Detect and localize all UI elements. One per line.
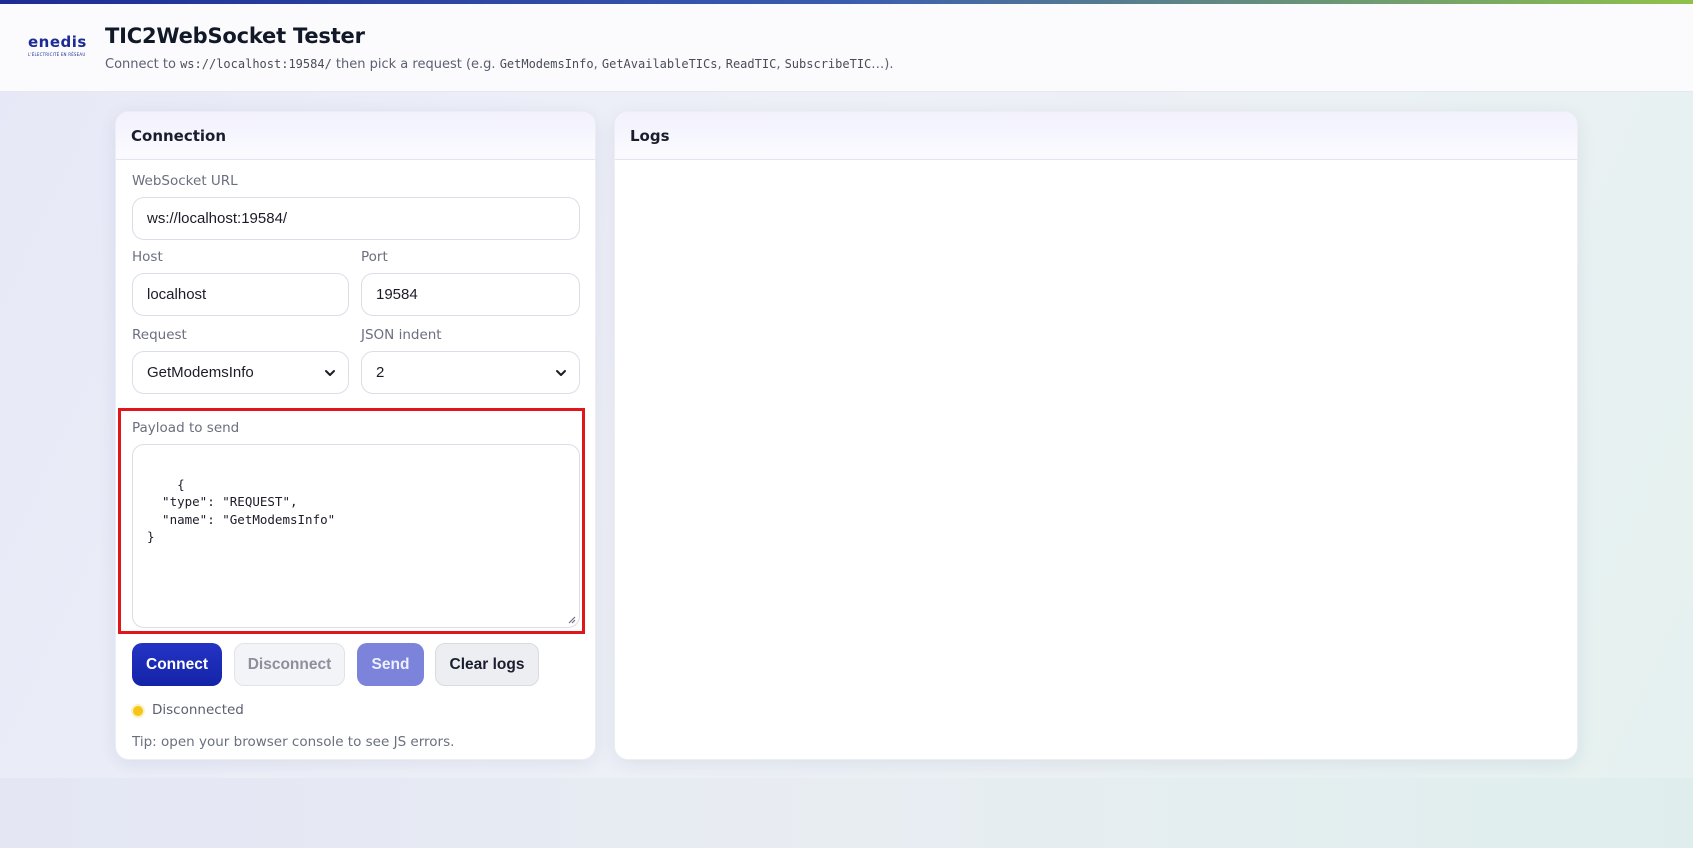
request-label: Request	[132, 327, 187, 343]
subtitle-text: …).	[871, 57, 894, 72]
logo-wordmark: enedis	[28, 33, 87, 51]
subtitle-text: Connect to	[105, 57, 181, 72]
connection-panel-header: Connection	[116, 112, 595, 160]
clear-logs-button[interactable]: Clear logs	[435, 643, 539, 686]
logo-tagline: L'ÉLECTRICITÉ EN RÉSEAU	[28, 52, 86, 57]
request-select-value: GetModemsInfo	[147, 364, 254, 381]
host-label: Host	[132, 249, 163, 265]
logs-output[interactable]	[615, 160, 1577, 759]
disconnect-button[interactable]: Disconnect	[234, 643, 345, 686]
port-label: Port	[361, 249, 388, 265]
logs-panel: Logs	[614, 111, 1578, 760]
logs-panel-title: Logs	[630, 127, 670, 145]
json-indent-label: JSON indent	[361, 327, 442, 343]
payload-text: { "type": "REQUEST", "name": "GetModemsI…	[147, 476, 336, 545]
payload-label: Payload to send	[132, 420, 240, 436]
page-subtitle: Connect to ws://localhost:19584/ then pi…	[105, 57, 894, 72]
connect-button[interactable]: Connect	[132, 643, 222, 686]
resize-handle-icon[interactable]	[566, 614, 576, 624]
page-footer-band	[0, 778, 1693, 848]
enedis-logo: enedis L'ÉLECTRICITÉ EN RÉSEAU	[28, 33, 87, 61]
chevron-down-icon	[556, 370, 566, 376]
connection-panel-title: Connection	[131, 127, 227, 145]
app-header: enedis L'ÉLECTRICITÉ EN RÉSEAU TIC2WebSo…	[0, 4, 1693, 92]
page-title: TIC2WebSocket Tester	[105, 24, 365, 48]
chevron-down-icon	[325, 370, 335, 376]
connection-status: Disconnected	[152, 702, 244, 718]
subtitle-text: then pick a request (e.g.	[331, 57, 500, 72]
host-input[interactable]: localhost	[132, 273, 349, 316]
payload-textarea[interactable]: { "type": "REQUEST", "name": "GetModemsI…	[132, 444, 580, 628]
subtitle-code-request: SubscribeTIC	[784, 57, 872, 71]
subtitle-text: ,	[776, 57, 785, 72]
websocket-url-input[interactable]: ws://localhost:19584/	[132, 197, 580, 240]
json-indent-select-value: 2	[376, 364, 385, 381]
subtitle-code-url: ws://localhost:19584/	[180, 57, 332, 71]
subtitle-code-request: GetModemsInfo	[499, 57, 594, 71]
request-select[interactable]: GetModemsInfo	[132, 351, 349, 394]
send-button[interactable]: Send	[357, 643, 424, 686]
connection-panel: Connection WebSocket URL ws://localhost:…	[115, 111, 596, 760]
port-input[interactable]: 19584	[361, 273, 580, 316]
status-dot-icon	[133, 706, 143, 716]
subtitle-text: ,	[717, 57, 726, 72]
subtitle-code-request: ReadTIC	[725, 57, 777, 71]
json-indent-select[interactable]: 2	[361, 351, 580, 394]
websocket-url-label: WebSocket URL	[132, 173, 238, 189]
tip-text: Tip: open your browser console to see JS…	[132, 734, 455, 750]
logs-panel-header: Logs	[615, 112, 1577, 160]
subtitle-text: ,	[593, 57, 602, 72]
subtitle-code-request: GetAvailableTICs	[601, 57, 718, 71]
